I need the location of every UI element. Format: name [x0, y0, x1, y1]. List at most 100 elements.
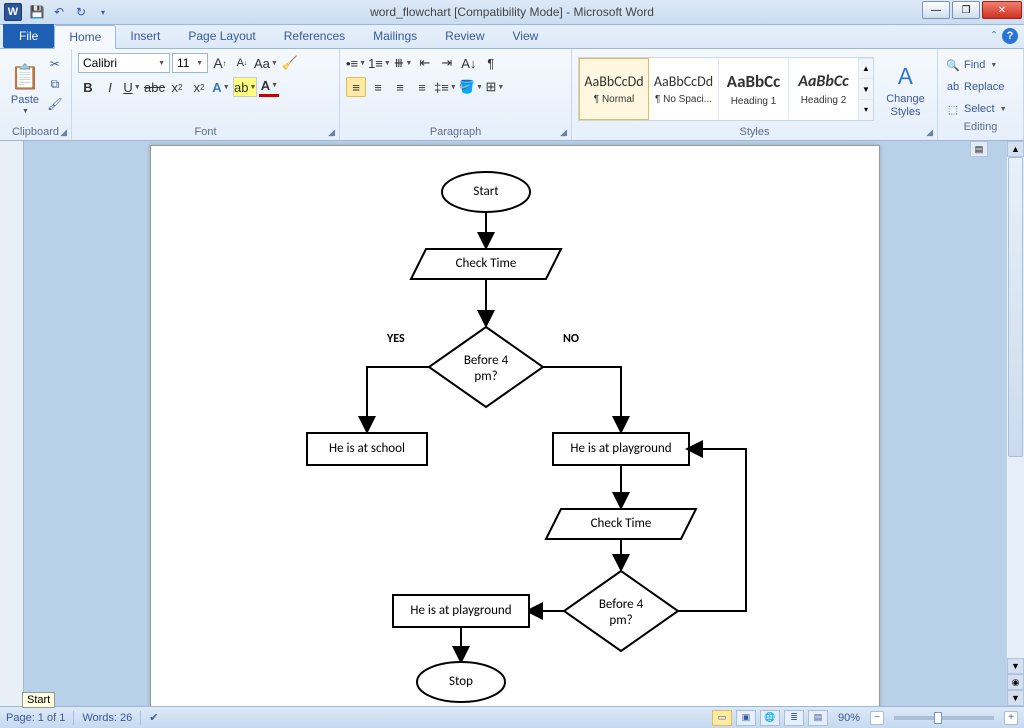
next-page-icon[interactable]: ▼: [1007, 690, 1024, 706]
word-icon: W: [4, 3, 22, 21]
ruler-toggle-icon[interactable]: ▤: [970, 141, 988, 157]
align-left-button[interactable]: ≡: [346, 77, 366, 97]
styles-scroll-up-icon[interactable]: ▲: [859, 58, 873, 79]
paste-icon: 📋: [10, 63, 40, 92]
vertical-scrollbar[interactable]: ▲ ▼ ◉ ▼: [1006, 141, 1024, 706]
find-button[interactable]: 🔍Find▼: [944, 55, 1017, 75]
minimize-button[interactable]: —: [922, 1, 950, 19]
view-outline-icon[interactable]: ≣: [784, 710, 804, 726]
cut-icon[interactable]: ✂: [46, 55, 64, 73]
fc-dec2a: Before 4: [599, 597, 644, 612]
minimize-ribbon-icon[interactable]: ˆ: [992, 29, 996, 43]
styles-gallery: AaBbCcDd¶ Normal AaBbCcDd¶ No Spaci... A…: [578, 57, 874, 121]
superscript-button[interactable]: x2: [189, 77, 209, 97]
zoom-slider[interactable]: [894, 716, 994, 720]
tab-mailings[interactable]: Mailings: [359, 24, 431, 48]
styles-more-icon[interactable]: ▾: [859, 99, 873, 120]
align-center-button[interactable]: ≡: [368, 77, 388, 97]
status-words[interactable]: Words: 26: [82, 712, 132, 724]
vertical-ruler[interactable]: [0, 141, 24, 706]
justify-button[interactable]: ≡: [412, 77, 432, 97]
tab-review[interactable]: Review: [431, 24, 498, 48]
numbering-icon[interactable]: 1≡▼: [368, 53, 391, 73]
quick-access-toolbar: 💾 ↶ ↻ ▾: [28, 3, 112, 21]
redo-icon[interactable]: ↻: [72, 3, 90, 21]
help-icon[interactable]: ?: [1002, 28, 1018, 44]
borders-icon[interactable]: ⊞▼: [485, 77, 505, 97]
style-heading-1[interactable]: AaBbCcHeading 1: [719, 58, 789, 120]
style-heading-2[interactable]: AaBbCcHeading 2: [789, 58, 859, 120]
qat-customize-icon[interactable]: ▾: [94, 3, 112, 21]
font-name-combo[interactable]: Calibri▼: [78, 53, 170, 73]
sort-icon[interactable]: A↓: [459, 53, 479, 73]
tab-insert[interactable]: Insert: [116, 24, 174, 48]
scroll-thumb[interactable]: [1008, 157, 1023, 457]
zoom-knob[interactable]: [934, 712, 942, 724]
show-hide-icon[interactable]: ¶: [481, 53, 501, 73]
view-print-layout-icon[interactable]: ▭: [712, 710, 732, 726]
view-draft-icon[interactable]: ▤: [808, 710, 828, 726]
paste-label: Paste: [11, 94, 39, 106]
increase-indent-icon[interactable]: ⇥: [437, 53, 457, 73]
font-size-combo[interactable]: 11▼: [172, 53, 208, 73]
zoom-in-button[interactable]: +: [1004, 711, 1018, 725]
tab-references[interactable]: References: [270, 24, 359, 48]
select-button[interactable]: ⬚Select▼: [944, 99, 1017, 119]
maximize-button[interactable]: ❐: [952, 1, 980, 19]
copy-icon[interactable]: ⧉: [46, 75, 64, 93]
highlight-icon[interactable]: ab▼: [233, 77, 257, 97]
shrink-font-icon[interactable]: A↓: [232, 53, 252, 73]
group-styles: AaBbCcDd¶ Normal AaBbCcDd¶ No Spaci... A…: [572, 49, 938, 140]
zoom-level[interactable]: 90%: [838, 712, 860, 724]
dialog-launcher-icon[interactable]: ◢: [328, 127, 335, 138]
format-painter-icon[interactable]: 🖌: [46, 95, 64, 113]
clear-formatting-icon[interactable]: 🧹: [280, 53, 300, 73]
select-icon: ⬚: [946, 103, 960, 116]
view-full-screen-icon[interactable]: ▣: [736, 710, 756, 726]
tab-view[interactable]: View: [499, 24, 553, 48]
multilevel-list-icon[interactable]: ⧻▼: [393, 53, 413, 73]
scroll-down-icon[interactable]: ▼: [1007, 658, 1024, 674]
dialog-launcher-icon[interactable]: ◢: [560, 127, 567, 138]
subscript-button[interactable]: x2: [167, 77, 187, 97]
change-styles-icon: Ａ: [894, 59, 916, 91]
dialog-launcher-icon[interactable]: ◢: [926, 127, 933, 138]
document-page[interactable]: Start Check Time Before 4 pm? YES NO He …: [150, 145, 880, 706]
zoom-out-button[interactable]: −: [870, 711, 884, 725]
shading-icon[interactable]: 🪣▼: [459, 77, 483, 97]
status-page[interactable]: Page: 1 of 1: [6, 712, 65, 724]
tab-page-layout[interactable]: Page Layout: [174, 24, 269, 48]
tab-home[interactable]: Home: [54, 25, 116, 49]
strikethrough-button[interactable]: abc: [144, 77, 165, 97]
line-spacing-icon[interactable]: ‡≡▼: [434, 77, 457, 97]
fc-check2: Check Time: [591, 516, 652, 531]
styles-scroll-down-icon[interactable]: ▼: [859, 78, 873, 99]
replace-button[interactable]: abReplace: [944, 77, 1017, 97]
change-case-icon[interactable]: Aa▼: [254, 53, 278, 73]
styles-scroll: ▲ ▼ ▾: [859, 58, 873, 120]
scroll-up-icon[interactable]: ▲: [1007, 141, 1024, 157]
style-no-spacing[interactable]: AaBbCcDd¶ No Spaci...: [649, 58, 719, 120]
proofing-icon[interactable]: ✔: [149, 711, 158, 724]
font-color-icon[interactable]: A▼: [259, 77, 279, 97]
view-web-layout-icon[interactable]: 🌐: [760, 710, 780, 726]
undo-icon[interactable]: ↶: [50, 3, 68, 21]
change-styles-button[interactable]: Ａ Change Styles: [880, 57, 931, 119]
dialog-launcher-icon[interactable]: ◢: [60, 127, 67, 138]
paste-button[interactable]: 📋 Paste ▼: [6, 53, 44, 124]
close-button[interactable]: ✕: [982, 1, 1022, 19]
text-effects-icon[interactable]: A▼: [211, 77, 231, 97]
bullets-icon[interactable]: •≡▼: [346, 53, 366, 73]
italic-button[interactable]: I: [100, 77, 120, 97]
decrease-indent-icon[interactable]: ⇤: [415, 53, 435, 73]
grow-font-icon[interactable]: A↑: [210, 53, 230, 73]
bold-button[interactable]: B: [78, 77, 98, 97]
align-right-button[interactable]: ≡: [390, 77, 410, 97]
flowchart: Start Check Time Before 4 pm? YES NO He …: [151, 146, 881, 706]
underline-button[interactable]: U▼: [122, 77, 142, 97]
save-icon[interactable]: 💾: [28, 3, 46, 21]
tab-file[interactable]: File: [3, 24, 54, 48]
prev-page-icon[interactable]: ◉: [1007, 674, 1024, 690]
window-title: word_flowchart [Compatibility Mode] - Mi…: [0, 5, 1024, 19]
style-normal[interactable]: AaBbCcDd¶ Normal: [579, 58, 649, 120]
